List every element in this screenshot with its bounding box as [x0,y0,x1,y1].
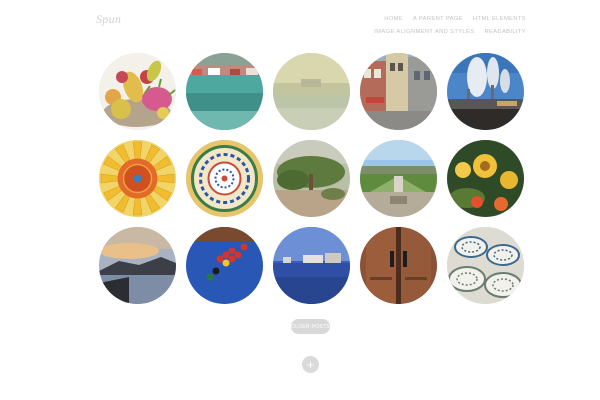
formal-garden-image [360,140,437,217]
post-thumbnail-formal-garden[interactable] [360,140,437,217]
nav-item-parent-page[interactable]: A PARENT PAGE [413,13,463,26]
nav-row-primary: HOME A PARENT PAGE HTML ELEMENTS [374,13,526,26]
nav-item-html-elements[interactable]: HTML ELEMENTS [473,13,526,26]
nav-item-home[interactable]: HOME [384,13,403,26]
post-thumbnail-sunset-coast[interactable] [99,227,176,304]
nav-row-secondary: IMAGE ALIGNMENT AND STYLES READABILITY [374,26,526,39]
plus-icon[interactable]: + [302,356,319,373]
fruit-bowl-image [99,53,176,130]
post-thumbnail-desert-tree[interactable] [273,140,350,217]
industrial-smoke-image [447,53,524,130]
sunflower-image [99,140,176,217]
site-logo[interactable]: Spun [96,12,121,27]
ceramic-plates-image [447,227,524,304]
post-thumbnail-billiards[interactable] [186,227,263,304]
post-thumbnail-harbor[interactable] [186,53,263,130]
billiards-table-image [186,227,263,304]
post-thumbnail-fruit-bowl[interactable] [99,53,176,130]
post-thumbnail-wooden-door[interactable] [360,227,437,304]
post-thumbnail-yellow-flowers[interactable] [447,140,524,217]
post-thumbnail-old-town[interactable] [360,53,437,130]
harbor-boats-image [186,53,263,130]
post-thumbnail-sunflower[interactable] [99,140,176,217]
mandala-image [186,140,263,217]
yellow-flowers-image [447,140,524,217]
post-thumbnail-mandala[interactable] [186,140,263,217]
main-navigation: HOME A PARENT PAGE HTML ELEMENTS IMAGE A… [374,13,526,39]
old-town-street-image [360,53,437,130]
nav-item-image-alignment[interactable]: IMAGE ALIGNMENT AND STYLES [374,26,474,39]
older-posts-button[interactable]: OLDER POSTS [291,319,330,334]
post-thumbnail-industrial[interactable] [447,53,524,130]
misty-lake-image [273,53,350,130]
post-thumbnail-grid [99,53,527,305]
post-thumbnail-ceramic-plates[interactable] [447,227,524,304]
coastal-city-image [273,227,350,304]
nav-item-readability[interactable]: READABILITY [484,26,526,39]
wooden-door-image [360,227,437,304]
sunset-coast-image [99,227,176,304]
post-thumbnail-coastal-city[interactable] [273,227,350,304]
post-thumbnail-misty-lake[interactable] [273,53,350,130]
desert-tree-image [273,140,350,217]
